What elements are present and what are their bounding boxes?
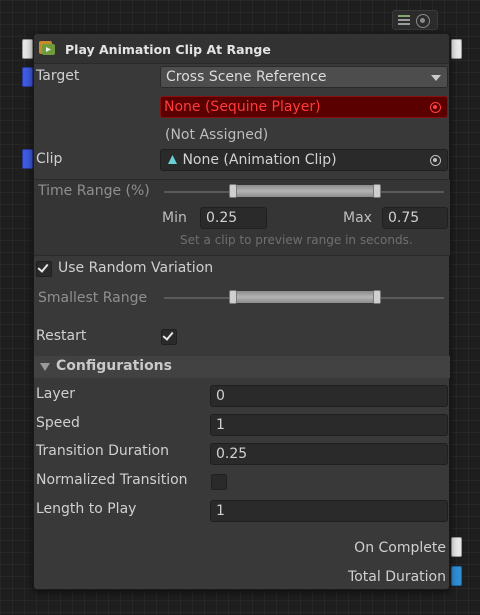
clip-value: None (Animation Clip) [182,152,337,168]
transition-duration-input[interactable]: 0.25 [210,443,448,465]
checkmark-icon [162,329,174,341]
normalized-transition-label: Normalized Transition [36,472,188,488]
time-range-min-handle[interactable] [229,184,237,198]
min-input[interactable]: 0.25 [200,207,267,229]
layer-input[interactable]: 0 [210,385,448,407]
target-object-field[interactable]: None (Sequine Player) [160,96,448,118]
length-to-play-input[interactable]: 1 [210,500,448,522]
transition-duration-label: Transition Duration [36,443,169,459]
object-picker-icon[interactable] [430,155,441,166]
flow-output-port[interactable] [451,39,462,59]
speed-input[interactable]: 1 [210,414,448,436]
target-object-value: None (Sequine Player) [164,99,321,115]
length-to-play-label: Length to Play [36,501,137,517]
time-range-label: Time Range (%) [38,183,150,199]
animation-clip-icon [168,155,177,164]
chevron-down-icon [431,75,441,81]
restart-label: Restart [36,328,87,344]
on-complete-label: On Complete [354,540,446,556]
smallest-range-min-handle[interactable] [229,290,237,304]
random-variation-checkbox[interactable] [36,261,52,277]
clip-input-port[interactable] [22,149,33,169]
animation-node[interactable]: Play Animation Clip At Range Target Cros… [33,33,450,590]
on-complete-port[interactable] [451,537,462,557]
node-toolbar [392,10,438,30]
layer-label: Layer [36,386,76,402]
smallest-range-max-handle[interactable] [373,290,381,304]
target-icon[interactable] [416,14,430,28]
object-picker-icon[interactable] [430,102,441,113]
node-header[interactable]: Play Animation Clip At Range [34,34,449,64]
checkmark-icon [37,261,49,273]
smallest-range-bar[interactable] [233,291,381,303]
node-title: Play Animation Clip At Range [65,42,271,57]
max-input[interactable]: 0.75 [382,207,448,229]
target-status: (Not Assigned) [165,127,269,143]
node-settings-icon[interactable] [397,14,411,27]
foldout-arrow-icon [40,363,50,371]
animation-node-icon [39,41,55,55]
smallest-range-label: Smallest Range [38,290,148,306]
normalized-transition-checkbox[interactable] [211,474,227,490]
range-hint: Set a clip to preview range in seconds. [180,233,413,247]
speed-label: Speed [36,415,80,431]
target-dropdown-value: Cross Scene Reference [166,69,327,85]
restart-checkbox[interactable] [161,329,177,345]
target-dropdown[interactable]: Cross Scene Reference [160,66,448,88]
max-label: Max [343,210,372,226]
target-input-port[interactable] [22,67,33,87]
time-range-panel: Time Range (%) Min 0.25 Max 0.75 Set a c… [34,179,450,256]
configurations-foldout[interactable]: Configurations [34,356,450,378]
configurations-label: Configurations [56,358,172,374]
flow-input-port[interactable] [22,39,33,59]
time-range-max-handle[interactable] [373,184,381,198]
target-label: Target [36,68,80,84]
time-range-bar[interactable] [233,185,381,197]
min-label: Min [162,210,187,226]
clip-label: Clip [36,151,63,167]
random-variation-label: Use Random Variation [58,260,214,276]
clip-object-field[interactable]: None (Animation Clip) [160,149,448,171]
total-duration-port[interactable] [451,566,462,586]
total-duration-label: Total Duration [348,569,446,585]
